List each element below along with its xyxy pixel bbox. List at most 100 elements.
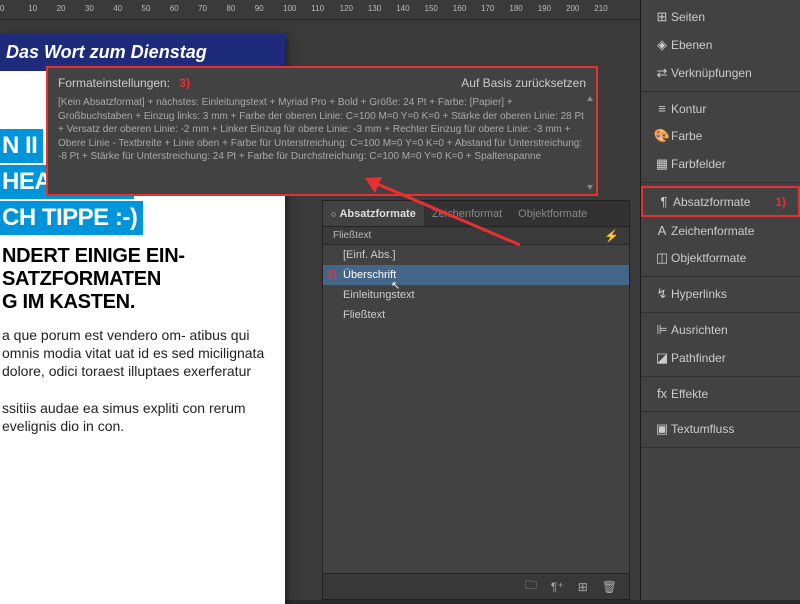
style-settings-tooltip: Formateinstellungen: 3) Auf Basis zurück…: [46, 66, 598, 196]
side-panel-item-farbe[interactable]: 🎨Farbe: [641, 122, 800, 150]
ruler-tick: 90: [255, 4, 264, 13]
ruler-tick: 150: [425, 4, 438, 13]
side-panel-item-pathfinder[interactable]: ◪Pathfinder: [641, 344, 800, 372]
panel-icon: ⊫: [653, 322, 671, 338]
panel-icon: 🎨: [653, 128, 671, 144]
side-panel-item-absatzformate[interactable]: ¶Absatzformate 1): [641, 186, 800, 217]
subheading-line: NDERT EINIGE EIN-: [2, 245, 285, 268]
tab-zeichenformat[interactable]: Zeichenformat: [424, 201, 510, 226]
side-panel-item-zeichenformate[interactable]: AZeichenformate: [641, 217, 800, 244]
annotation-1: 1): [775, 195, 786, 209]
panel-label: Absatzformate: [673, 195, 750, 209]
side-panel-group: ▣Textumfluss: [641, 412, 800, 448]
panel-icon: ◈: [653, 37, 671, 53]
side-panel-item-ebenen[interactable]: ◈Ebenen: [641, 31, 800, 59]
trash-icon[interactable]: 🗑: [602, 580, 617, 594]
panel-icon: ◪: [653, 350, 671, 366]
panel-footer: 🗀 ¶⁺ ⊞ 🗑: [323, 573, 629, 599]
ruler-tick: 20: [57, 4, 66, 13]
ruler-tick: 110: [311, 4, 324, 13]
ruler-tick: 120: [340, 4, 353, 13]
panel-icon: ▣: [653, 421, 671, 437]
side-panel-group: ⊞Seiten◈Ebenen⇄Verknüpfungen: [641, 0, 800, 92]
headline-text: CH TIPPE :-): [0, 201, 143, 235]
panel-icon: ¶: [655, 194, 673, 209]
subheading-line: G IM KASTEN.: [2, 291, 285, 314]
new-style-icon[interactable]: ⊞: [578, 580, 588, 594]
style-item-label: Fließtext: [343, 309, 385, 321]
body-paragraph-2: ssitiis audae ea simus expliti con rerum…: [0, 399, 285, 435]
subheading: NDERT EINIGE EIN-SATZFORMATENG IM KASTEN…: [0, 245, 285, 314]
subheading-line: SATZFORMATEN: [2, 268, 285, 291]
panel-label: Farbe: [671, 129, 702, 143]
side-panel-group: ≡Kontur🎨Farbe▦Farbfelder: [641, 92, 800, 183]
style-item[interactable]: [Einf. Abs.]: [323, 245, 629, 265]
panel-label: Ebenen: [671, 38, 712, 52]
side-panel-item-kontur[interactable]: ≡Kontur: [641, 95, 800, 122]
tab-absatzformate[interactable]: Absatzformate: [323, 201, 424, 226]
panel-label: Textumfluss: [671, 422, 734, 436]
tooltip-title: Formateinstellungen:: [58, 76, 170, 90]
ruler-tick: 70: [198, 4, 207, 13]
panel-icon: A: [653, 223, 671, 238]
annotation-3: 3): [179, 76, 190, 90]
style-item-label: Einleitungstext: [343, 289, 415, 301]
folder-icon[interactable]: 🗀: [525, 576, 537, 597]
side-panel-group: ¶Absatzformate1)AZeichenformate◫Objektfo…: [641, 183, 800, 277]
reset-to-base-button[interactable]: Auf Basis zurücksetzen: [461, 76, 586, 90]
panel-current-style: Fließtext ⚡: [323, 227, 629, 245]
side-panel-item-textumfluss[interactable]: ▣Textumfluss: [641, 415, 800, 443]
panel-label: Seiten: [671, 10, 705, 24]
tooltip-scrollbar[interactable]: [586, 96, 594, 190]
panel-label: Kontur: [671, 102, 706, 116]
ruler-tick: 210: [594, 4, 607, 13]
ruler-tick: 160: [453, 4, 466, 13]
style-item[interactable]: Einleitungstext: [323, 285, 629, 305]
side-panel-item-farbfelder[interactable]: ▦Farbfelder: [641, 150, 800, 178]
body-paragraph-1: a que porum est vendero om- atibus qui o…: [0, 326, 285, 381]
ruler-tick: 60: [170, 4, 179, 13]
side-panel-group: ⊫Ausrichten◪Pathfinder: [641, 313, 800, 377]
ruler-tick: 10: [28, 4, 37, 13]
side-panel-item-objektformate[interactable]: ◫Objektformate: [641, 244, 800, 272]
ruler-tick: 30: [85, 4, 94, 13]
ruler-tick: 180: [509, 4, 522, 13]
style-item[interactable]: Fließtext: [323, 305, 629, 325]
panel-label: Ausrichten: [671, 323, 728, 337]
panel-icon: ≡: [653, 101, 671, 116]
ruler-tick: 0: [0, 4, 4, 13]
style-list: [Einf. Abs.]2)Überschrift↖Einleitungstex…: [323, 245, 629, 325]
ruler-tick: 50: [142, 4, 151, 13]
tab-objektformate[interactable]: Objektformate: [510, 201, 595, 226]
style-item[interactable]: 2)Überschrift↖: [323, 265, 629, 285]
panel-icon: fx: [653, 386, 671, 401]
ruler-tick: 140: [396, 4, 409, 13]
side-panel-item-effekte[interactable]: fxEffekte: [641, 380, 800, 407]
clear-overrides-icon[interactable]: ¶⁺: [551, 580, 564, 594]
panel-label: Verknüpfungen: [671, 66, 752, 80]
ruler-tick: 170: [481, 4, 494, 13]
panel-label: Hyperlinks: [671, 287, 727, 301]
ruler-tick: 40: [113, 4, 122, 13]
panel-icon: ↯: [653, 286, 671, 302]
panel-icon: ⇄: [653, 65, 671, 81]
style-item-label: [Einf. Abs.]: [343, 249, 396, 261]
panel-label: Effekte: [671, 387, 708, 401]
tooltip-body: [Kein Absatzformat] + nächstes: Einleitu…: [58, 96, 586, 164]
panel-icon: ⊞: [653, 9, 671, 25]
side-panel-item-ausrichten[interactable]: ⊫Ausrichten: [641, 316, 800, 344]
panel-label: Zeichenformate: [671, 224, 754, 238]
clear-override-icon[interactable]: ⚡: [604, 229, 619, 243]
style-item-label: Überschrift: [343, 269, 396, 281]
ruler-tick: 190: [538, 4, 551, 13]
panel-label: Objektformate: [671, 251, 746, 265]
panel-label: Farbfelder: [671, 157, 726, 171]
paragraph-styles-panel: Absatzformate Zeichenformat Objektformat…: [322, 200, 630, 600]
side-panel-item-verknüpfungen[interactable]: ⇄Verknüpfungen: [641, 59, 800, 87]
side-panel-dock: ⊞Seiten◈Ebenen⇄Verknüpfungen≡Kontur🎨Farb…: [640, 0, 800, 600]
panel-icon: ▦: [653, 156, 671, 172]
headline-text: N II: [0, 129, 43, 163]
annotation-2: 2): [327, 269, 337, 281]
side-panel-item-seiten[interactable]: ⊞Seiten: [641, 3, 800, 31]
side-panel-item-hyperlinks[interactable]: ↯Hyperlinks: [641, 280, 800, 308]
